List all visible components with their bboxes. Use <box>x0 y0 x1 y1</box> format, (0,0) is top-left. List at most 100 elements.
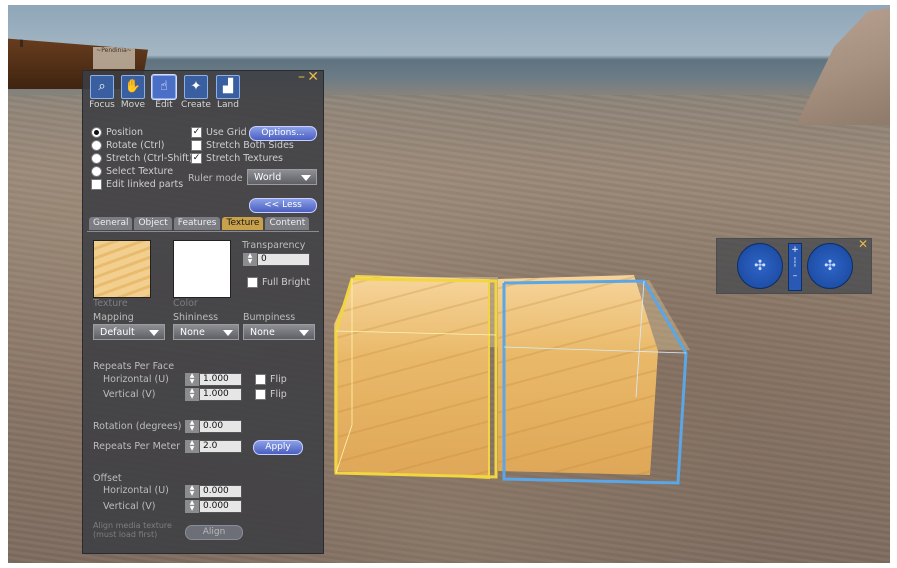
spinner-arrows-icon[interactable]: ▲ ▼ <box>185 440 199 453</box>
repeats-per-face-label: Repeats Per Face <box>93 361 175 372</box>
checkbox-box <box>247 277 258 288</box>
radio-label: Rotate (Ctrl) <box>106 140 165 151</box>
radio-stretch[interactable]: Stretch (Ctrl-Shift) <box>91 153 193 164</box>
bumpiness-select[interactable]: None <box>243 324 315 340</box>
rotation-spinner[interactable]: ▲ ▼ 0.00 <box>185 420 242 433</box>
transparency-label: Transparency <box>242 240 306 251</box>
checkbox-label: Flip <box>270 374 287 385</box>
color-label: Color <box>173 298 198 309</box>
pan-arrows-icon: ✣ <box>824 258 836 274</box>
mapping-select[interactable]: Default <box>93 324 165 340</box>
repeats-horizontal-label: Horizontal (U) <box>103 374 169 385</box>
shininess-value: None <box>180 327 205 338</box>
build-tools-panel: – ✕ ⌕ Focus ✋ Move ☝ Edit ✦ Create ▟ Lan… <box>82 70 324 554</box>
repeats-vertical-spinner[interactable]: ▲ ▼ 1.000 <box>185 388 242 401</box>
align-button[interactable]: Align <box>185 525 243 540</box>
mapping-label: Mapping <box>93 312 134 323</box>
chevron-down-icon <box>301 175 311 181</box>
checkbox-label: Edit linked parts <box>106 179 184 190</box>
checkbox-label: Stretch Textures <box>206 153 284 164</box>
plus-icon[interactable]: + <box>791 245 799 255</box>
apply-button[interactable]: Apply <box>253 440 303 455</box>
tool-focus[interactable]: ⌕ Focus <box>87 75 117 110</box>
edit-hand-icon: ☝ <box>152 75 176 99</box>
wand-icon: ✦ <box>184 75 208 99</box>
checkbox-flip-v[interactable]: Flip <box>255 389 287 400</box>
tab-object[interactable]: Object <box>134 217 172 230</box>
repeats-per-meter-value[interactable]: 2.0 <box>199 440 242 453</box>
spinner-arrows-icon[interactable]: ▲ ▼ <box>185 500 199 513</box>
checkbox-edit-linked[interactable]: Edit linked parts <box>91 179 183 190</box>
pan-joystick[interactable]: ✣ <box>807 243 853 289</box>
checkbox-flip-u[interactable]: Flip <box>255 374 287 385</box>
spinner-arrows-icon[interactable]: ▲ ▼ <box>185 388 199 401</box>
checkbox-full-bright[interactable]: Full Bright <box>247 277 310 288</box>
repeats-vertical-value[interactable]: 1.000 <box>199 388 242 401</box>
camera-controls-widget: ✣ + ┆ – ✣ ✕ <box>716 237 872 294</box>
checkbox-stretch-both-sides[interactable]: Stretch Both Sides <box>191 140 294 151</box>
repeats-horizontal-spinner[interactable]: ▲ ▼ 1.000 <box>185 373 242 386</box>
tab-general[interactable]: General <box>89 217 133 230</box>
tool-label: Land <box>217 100 239 110</box>
ruler-mode-label: Ruler mode <box>188 173 243 184</box>
tab-content[interactable]: Content <box>265 217 310 230</box>
tool-label: Edit <box>155 100 173 110</box>
checkbox-label: Use Grid <box>206 127 247 138</box>
repeats-horizontal-value[interactable]: 1.000 <box>199 373 242 386</box>
align-hint: Align media texture (must load first) <box>93 521 172 539</box>
tool-label: Create <box>181 100 211 110</box>
transparency-spinner[interactable]: ▲ ▼ 0 <box>243 253 310 266</box>
offset-horizontal-label: Horizontal (U) <box>103 485 169 496</box>
less-button[interactable]: << Less <box>249 198 317 213</box>
spinner-arrows-icon[interactable]: ▲ ▼ <box>185 420 199 433</box>
tool-move[interactable]: ✋ Move <box>118 75 148 110</box>
close-icon[interactable]: ✕ <box>858 237 868 251</box>
ship-mast <box>20 38 23 47</box>
texture-tab-content: Texture Color Transparency ▲ ▼ 0 Full Bri… <box>87 231 319 550</box>
texture-swatch[interactable] <box>93 240 151 298</box>
offset-vertical-spinner[interactable]: ▲ ▼ 0.000 <box>185 500 242 513</box>
spinner-arrows-icon[interactable]: ▲ ▼ <box>185 485 199 498</box>
checkbox-box: ✓ <box>191 153 202 164</box>
selected-cube-right[interactable] <box>498 275 658 475</box>
radio-position[interactable]: Position <box>91 127 143 138</box>
offset-horizontal-spinner[interactable]: ▲ ▼ 0.000 <box>185 485 242 498</box>
rotation-label: Rotation (degrees) <box>93 421 182 432</box>
spinner-arrows-icon[interactable]: ▲ ▼ <box>185 373 199 386</box>
spinner-arrows-icon[interactable]: ▲ ▼ <box>243 253 257 266</box>
options-button[interactable]: Options... <box>249 126 317 141</box>
offset-vertical-value[interactable]: 0.000 <box>199 500 242 513</box>
zoom-slider[interactable]: + ┆ – <box>788 243 802 291</box>
minus-icon[interactable]: – <box>793 271 798 281</box>
tool-create[interactable]: ✦ Create <box>181 75 211 110</box>
tab-features[interactable]: Features <box>173 217 221 230</box>
color-swatch[interactable] <box>173 240 231 298</box>
repeats-per-meter-spinner[interactable]: ▲ ▼ 2.0 <box>185 440 242 453</box>
offset-horizontal-value[interactable]: 0.000 <box>199 485 242 498</box>
checkbox-box <box>91 179 102 190</box>
checkbox-stretch-textures[interactable]: ✓ Stretch Textures <box>191 153 283 164</box>
ruler-mode-select[interactable]: World <box>247 169 317 185</box>
chevron-down-icon <box>149 330 159 336</box>
radio-rotate[interactable]: Rotate (Ctrl) <box>91 140 164 151</box>
radio-label: Position <box>106 127 143 138</box>
tool-land[interactable]: ▟ Land <box>213 75 243 110</box>
tool-edit[interactable]: ☝ Edit <box>149 75 179 110</box>
rotation-value[interactable]: 0.00 <box>199 420 242 433</box>
radio-select-texture[interactable]: Select Texture <box>91 166 173 177</box>
orbit-joystick[interactable]: ✣ <box>737 243 783 289</box>
radio-label: Stretch (Ctrl-Shift) <box>106 153 193 164</box>
transparency-value[interactable]: 0 <box>257 253 310 266</box>
selected-cube-left[interactable] <box>334 275 490 479</box>
radio-indicator <box>91 140 102 151</box>
mapping-value: Default <box>100 327 135 338</box>
tab-texture[interactable]: Texture <box>222 217 264 230</box>
checkbox-use-grid[interactable]: ✓ Use Grid <box>191 127 247 138</box>
minimize-icon[interactable]: – <box>298 70 305 84</box>
shininess-select[interactable]: None <box>173 324 239 340</box>
offset-vertical-label: Vertical (V) <box>103 501 156 512</box>
checkbox-box <box>255 389 266 400</box>
land-icon: ▟ <box>216 75 240 99</box>
close-icon[interactable]: ✕ <box>307 70 319 84</box>
radio-indicator <box>91 166 102 177</box>
